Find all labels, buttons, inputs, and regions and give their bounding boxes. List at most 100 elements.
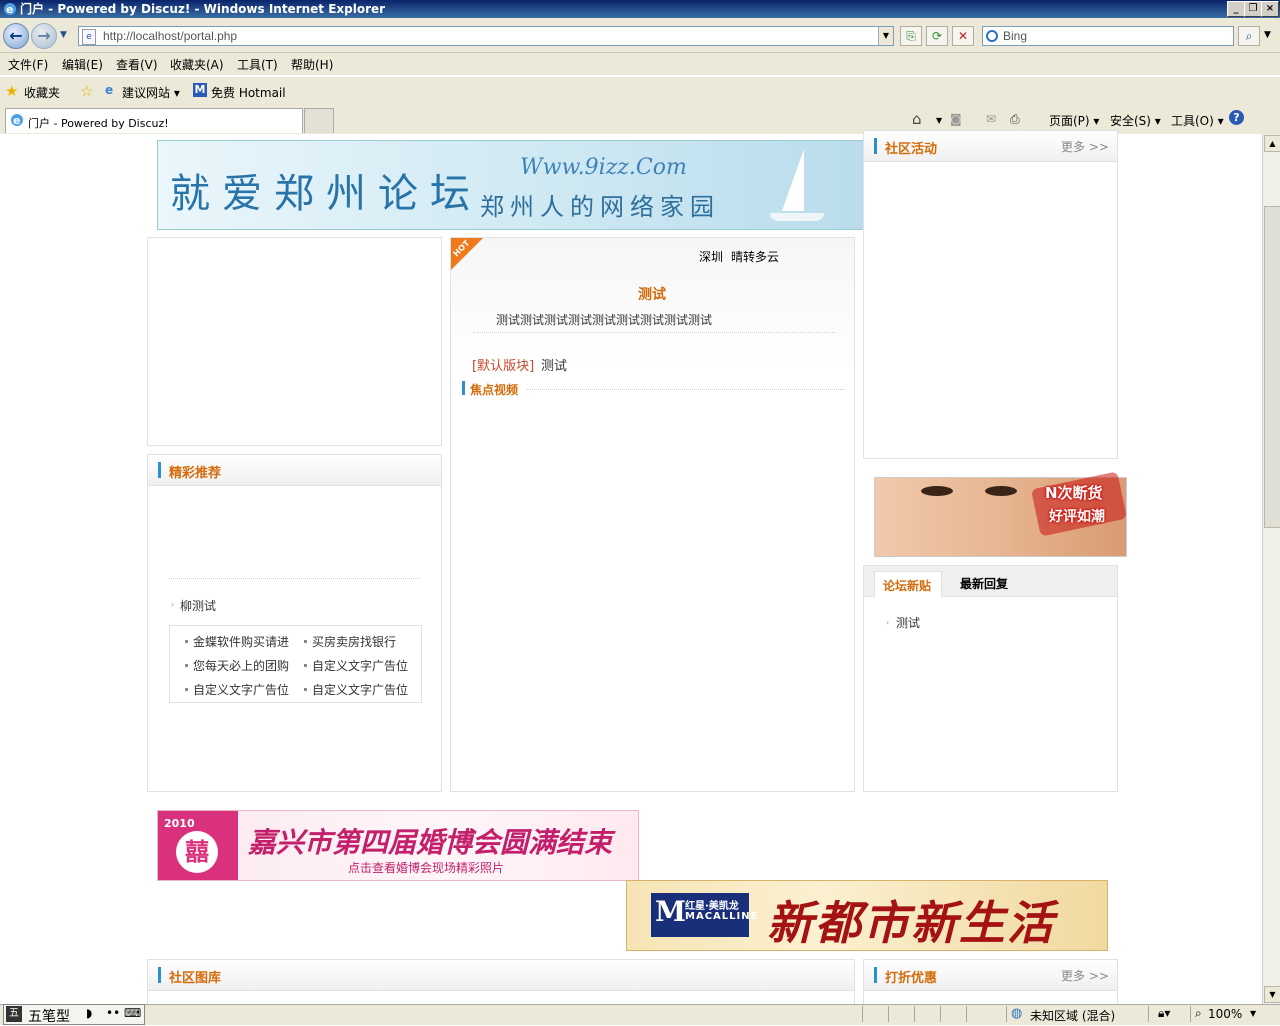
svg-text:e: e <box>6 3 13 16</box>
ime-punct-icon[interactable]: •• <box>106 1006 120 1020</box>
zoom-level[interactable]: 100% <box>1208 1007 1242 1021</box>
address-bar[interactable]: e http://localhost/portal.php ▼ <box>78 26 894 46</box>
search-box[interactable]: Bing <box>982 26 1234 46</box>
wedding-expo-banner-ad[interactable]: 2010 囍 嘉兴市第四届婚博会圆满结束 点击查看婚博会现场精彩照片 <box>157 810 639 881</box>
tab-page-icon: e <box>11 114 23 127</box>
zoom-dropdown-icon[interactable]: ▼ <box>1250 1009 1256 1018</box>
feeds-icon[interactable]: ◙ <box>950 112 962 126</box>
tab-latest-replies[interactable]: 最新回复 <box>960 575 1008 592</box>
left-slide-panel <box>147 237 442 446</box>
discount-more-link[interactable]: 更多 >> <box>1061 967 1109 984</box>
headline-link[interactable]: 测试 <box>638 284 666 304</box>
ime-moon-icon[interactable]: ◗ <box>86 1006 92 1020</box>
window-title-bar[interactable]: e 门户 - Powered by Discuz! - Windows Inte… <box>0 0 1280 18</box>
menu-file[interactable]: 文件(F) <box>8 56 48 73</box>
close-window-button[interactable]: × <box>1261 1 1279 17</box>
new-post-link[interactable]: 测试 <box>896 614 920 631</box>
restore-button[interactable]: ❐ <box>1244 1 1262 17</box>
scroll-down-icon[interactable]: ▼ <box>1264 986 1280 1003</box>
tab-new-posts-label: 论坛新贴 <box>883 579 932 593</box>
wedding-title: 嘉兴市第四届婚博会圆满结束 <box>248 826 613 859</box>
ime-mode[interactable]: 五笔型 <box>28 1006 70 1026</box>
svg-text:e: e <box>13 114 20 127</box>
gallery-title: 社区图库 <box>169 971 222 986</box>
page-icon: e <box>82 29 96 45</box>
tools-menu[interactable]: 工具(O) ▾ <box>1171 112 1224 129</box>
menu-tools[interactable]: 工具(T) <box>237 56 278 73</box>
address-dropdown-icon[interactable]: ▼ <box>878 27 893 45</box>
menu-edit[interactable]: 编辑(E) <box>62 56 103 73</box>
refresh-icon[interactable]: ⟳ <box>926 26 948 46</box>
scroll-up-icon[interactable]: ▲ <box>1264 135 1280 152</box>
compatibility-view-icon[interactable]: ⎘ <box>900 26 922 46</box>
history-dropdown-icon[interactable]: ▼ <box>60 30 67 40</box>
scroll-thumb[interactable] <box>1264 206 1280 528</box>
search-icon[interactable]: ⌕ <box>1238 26 1260 46</box>
back-button[interactable]: ← <box>3 23 29 49</box>
hotmail-link[interactable]: 免费 Hotmail <box>211 84 286 101</box>
ime-keyboard-icon[interactable]: ⌨ <box>124 1006 141 1020</box>
header-accent <box>158 462 161 478</box>
page-menu[interactable]: 页面(P) ▾ <box>1049 112 1099 129</box>
double-happiness-icon: 囍 <box>176 831 218 873</box>
bullet <box>185 688 188 691</box>
new-tab-button[interactable] <box>304 108 334 133</box>
ime-logo-icon: 五 <box>6 1006 22 1022</box>
address-input[interactable]: http://localhost/portal.php <box>103 29 237 43</box>
search-options-icon[interactable]: ▼ <box>1264 30 1271 40</box>
top-banner-ad[interactable]: 就爱郑州论坛 Www.9izz.Com 郑州人的网络家园 <box>157 140 865 230</box>
divider <box>527 389 845 390</box>
tab-label: 门户 - Powered by Discuz! <box>28 117 169 130</box>
menu-help[interactable]: 帮助(H) <box>291 56 333 73</box>
divider <box>473 332 835 333</box>
center-panel: HOT 深圳 晴转多云 测试 测试测试测试测试测试测试测试测试测试 [默认版块]… <box>450 237 855 792</box>
add-favorite-icon[interactable]: ☆ <box>80 82 93 100</box>
tab-portal[interactable]: e 门户 - Powered by Discuz! <box>5 108 303 133</box>
security-zone[interactable]: 未知区域 (混合) <box>1030 1007 1115 1024</box>
mail-icon[interactable]: ✉ <box>986 112 996 126</box>
print-icon[interactable]: ⎙ <box>1010 112 1020 127</box>
text-ad[interactable]: 自定义文字广告位 <box>312 657 408 674</box>
post-link[interactable]: 测试 <box>541 355 567 374</box>
tab-new-posts[interactable]: 论坛新贴 <box>874 571 942 598</box>
text-ad[interactable]: 自定义文字广告位 <box>312 681 408 698</box>
text-ad[interactable]: 金蝶软件购买请进 <box>193 633 289 650</box>
safety-menu[interactable]: 安全(S) ▾ <box>1110 112 1161 129</box>
text-ad[interactable]: 自定义文字广告位 <box>193 681 289 698</box>
minimize-button[interactable]: _ <box>1227 1 1245 17</box>
favorites-button[interactable]: 收藏夹 <box>24 84 60 101</box>
arrow-icon: › <box>171 600 175 609</box>
home-icon[interactable]: ⌂ <box>912 110 922 128</box>
header-accent <box>874 138 877 154</box>
text-ad[interactable]: 买房卖房找银行 <box>312 633 396 650</box>
status-separator <box>1190 1006 1191 1022</box>
headline-summary: 测试测试测试测试测试测试测试测试测试 <box>496 313 713 327</box>
search-input[interactable]: Bing <box>1003 29 1027 43</box>
status-separator <box>1148 1006 1149 1022</box>
activity-title: 社区活动 <box>885 142 938 157</box>
stop-icon[interactable]: ✕ <box>952 26 974 46</box>
ime-toolbar[interactable]: 五 五笔型 ◗ •• ⌨ <box>3 1004 145 1025</box>
protected-mode-icon[interactable]: 🔒︎▾ <box>1158 1006 1170 1021</box>
vertical-scrollbar[interactable]: ▲ ▼ <box>1262 134 1280 1004</box>
panel-header: 打折优惠 更多 >> <box>864 960 1117 991</box>
macalline-banner-ad[interactable]: M 红星·美凯龙 MACALLINE 新都市新生活 <box>626 880 1108 951</box>
forward-button[interactable]: → <box>31 23 57 49</box>
suggested-sites-link[interactable]: 建议网站 ▾ <box>122 84 180 101</box>
home-dropdown-icon[interactable]: ▼ <box>936 116 942 125</box>
help-icon[interactable]: ? <box>1229 110 1244 125</box>
recommend-item[interactable]: 柳测试 <box>180 597 216 614</box>
sailboat-hull <box>770 213 824 221</box>
menu-view[interactable]: 查看(V) <box>116 56 158 73</box>
activity-more-link[interactable]: 更多 >> <box>1061 138 1109 155</box>
sailboat-image <box>782 149 804 211</box>
zone-globe-icon: ◍ <box>1011 1006 1023 1021</box>
window-title: 门户 - Powered by Discuz! - Windows Intern… <box>20 2 386 16</box>
video-accent <box>462 381 465 395</box>
cosmetics-banner-ad[interactable]: N次断货 好评如潮 <box>874 471 1128 557</box>
zoom-icon[interactable]: ⌕ <box>1195 1006 1202 1021</box>
category-link[interactable]: [默认版块] <box>472 355 534 374</box>
menu-favorites[interactable]: 收藏夹(A) <box>170 56 224 73</box>
text-ad[interactable]: 您每天必上的团购 <box>193 657 289 674</box>
panel-header: 社区活动 更多 >> <box>864 131 1117 162</box>
